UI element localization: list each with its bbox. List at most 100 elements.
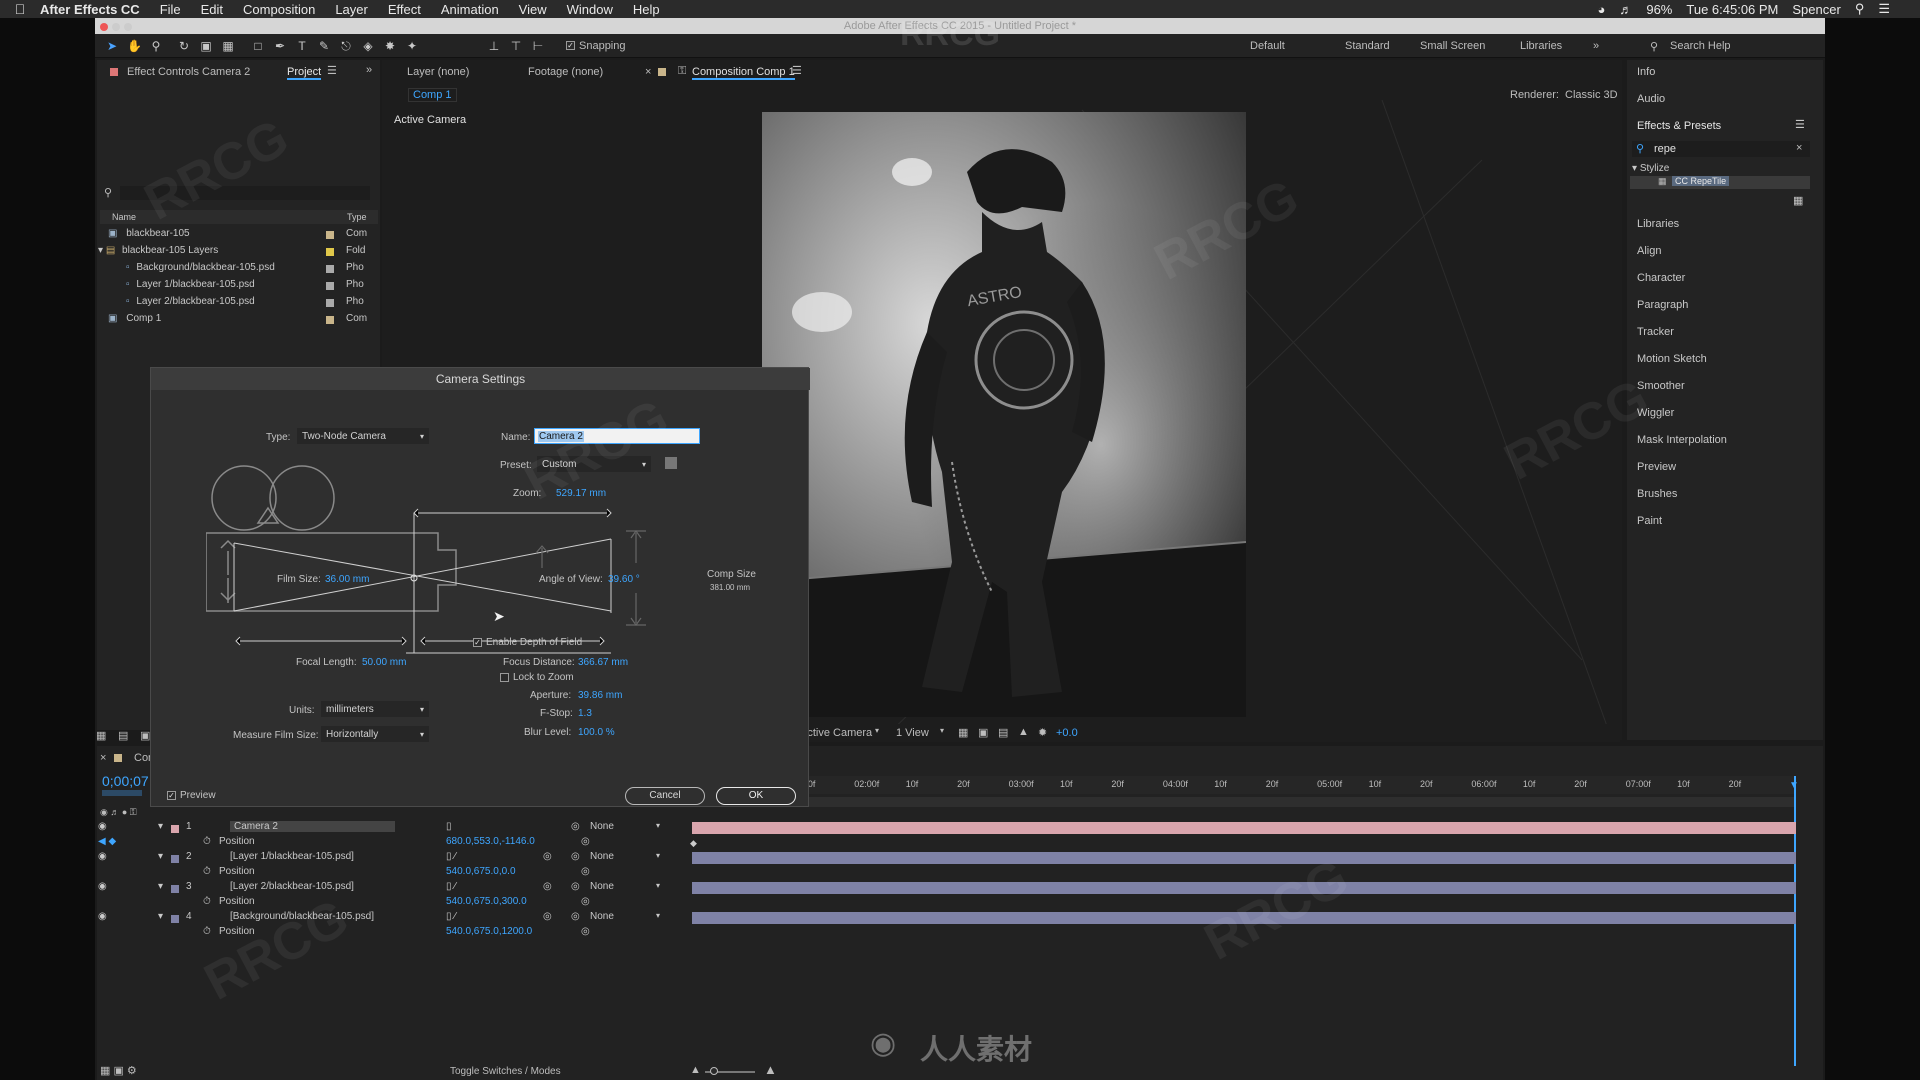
units-select[interactable]: millimeters ▾ bbox=[321, 701, 429, 717]
project-item[interactable]: ▣ Comp 1 Com bbox=[108, 313, 378, 329]
project-item[interactable]: ▫ Layer 2/blackbear-105.psd Pho bbox=[126, 296, 378, 312]
type-tool-icon[interactable]: T bbox=[295, 39, 309, 53]
column-name[interactable]: Name bbox=[112, 212, 136, 228]
project-item[interactable]: ▫ Background/blackbear-105.psd Pho bbox=[126, 262, 378, 278]
focal-length-value[interactable]: 50.00 mm bbox=[362, 657, 406, 668]
preview-checkbox[interactable]: ✓ bbox=[167, 791, 176, 800]
layer-row[interactable]: ◉ ▾ 1 Camera 2 ▯ ◎ None ▾ bbox=[96, 821, 686, 836]
enable-dof-checkbox[interactable]: ✓ bbox=[473, 638, 482, 647]
av-switches-icon[interactable]: ◉ ♬ ● ⚿ bbox=[100, 807, 137, 818]
menu-edit[interactable]: Edit bbox=[201, 2, 223, 17]
rotate-tool-icon[interactable]: ↻ bbox=[177, 39, 191, 53]
panel-smoother[interactable]: Smoother bbox=[1637, 380, 1685, 392]
keyframe-icon[interactable]: ◆ bbox=[690, 838, 697, 849]
property-row[interactable]: ◀ ◆ ⏱ Position 680.0,553.0,-1146.0 ◎ bbox=[96, 836, 686, 851]
camera-icon-name[interactable]: Camera 2 bbox=[230, 821, 395, 832]
comp-menu-icon[interactable]: ☰ bbox=[792, 64, 802, 77]
property-row[interactable]: ⏱ Position 540.0,675.0,300.0 ◎ bbox=[96, 896, 686, 911]
exposure-value[interactable]: +0.0 bbox=[1056, 727, 1078, 739]
effect-list-selected[interactable]: ▦ CC RepeTile bbox=[1630, 176, 1810, 189]
menu-file[interactable]: File bbox=[160, 2, 181, 17]
parent-pickwhip-icon[interactable]: ◎ bbox=[571, 821, 580, 832]
3d-layer-icon[interactable]: ◎ bbox=[543, 851, 552, 862]
toggle-switches-modes[interactable]: Toggle Switches / Modes bbox=[450, 1066, 561, 1077]
menu-layer[interactable]: Layer bbox=[335, 2, 368, 17]
time-ruler[interactable]: 01:00f10f20f02:00f10f20f03:00f10f20f04:0… bbox=[692, 776, 1796, 794]
menu-animation[interactable]: Animation bbox=[441, 2, 499, 17]
parent-pickwhip-icon[interactable]: ◎ bbox=[571, 851, 580, 862]
panel-character[interactable]: Character bbox=[1637, 272, 1685, 284]
menu-composition[interactable]: Composition bbox=[243, 2, 315, 17]
notifications-icon[interactable]: ☰ bbox=[1878, 1, 1890, 17]
playhead-handle-icon[interactable]: ▼ bbox=[1789, 780, 1799, 791]
stopwatch-icon[interactable]: ⏱ bbox=[203, 896, 211, 907]
layer-name[interactable]: [Layer 1/blackbear-105.psd] bbox=[230, 851, 354, 862]
disclosure-icon[interactable]: ▾ bbox=[98, 245, 103, 256]
workspace-standard[interactable]: Standard bbox=[1345, 40, 1390, 52]
tab-layer[interactable]: Layer (none) bbox=[407, 66, 469, 78]
panel-motion-sketch[interactable]: Motion Sketch bbox=[1637, 353, 1707, 365]
eye-icon[interactable]: ◉ bbox=[98, 821, 107, 832]
project-item[interactable]: ▾ ▤ blackbear-105 Layers Fold bbox=[98, 245, 378, 261]
layer-row[interactable]: ◉ ▾ 2 [Layer 1/blackbear-105.psd] ▯ ∕ ◎ … bbox=[96, 851, 686, 866]
expression-icon[interactable]: ◎ bbox=[581, 926, 590, 937]
layer-row[interactable]: ◉ ▾ 4 [Background/blackbear-105.psd] ▯ ∕… bbox=[96, 911, 686, 926]
zoom-in-icon[interactable]: ▲ bbox=[764, 1062, 777, 1077]
selection-tool-icon[interactable]: ➤ bbox=[105, 39, 119, 53]
aperture-value[interactable]: 39.86 mm bbox=[578, 690, 622, 701]
spotlight-icon[interactable]: ⚲ bbox=[1855, 1, 1865, 17]
zoom-slider-handle[interactable] bbox=[710, 1067, 718, 1075]
hand-tool-icon[interactable]: ✋ bbox=[127, 39, 142, 53]
shy-icon[interactable]: ▯ ∕ bbox=[446, 911, 456, 922]
effects-search-input[interactable]: ⚲ repe × bbox=[1632, 141, 1810, 157]
parent-pickwhip-icon[interactable]: ◎ bbox=[571, 881, 580, 892]
panel-libraries[interactable]: Libraries bbox=[1637, 218, 1679, 230]
work-area-bar[interactable] bbox=[692, 797, 1796, 807]
search-help-input[interactable]: Search Help bbox=[1670, 40, 1731, 52]
lock-icon[interactable]: ⚿ bbox=[678, 65, 686, 78]
angle-of-view-value[interactable]: 39.60 ° bbox=[608, 574, 640, 585]
layer-name[interactable]: [Layer 2/blackbear-105.psd] bbox=[230, 881, 354, 892]
3d-layer-icon[interactable]: ◎ bbox=[543, 881, 552, 892]
battery-percent[interactable]: 96% bbox=[1646, 2, 1672, 17]
disclosure-icon[interactable]: ▾ bbox=[158, 881, 163, 892]
panel-paragraph[interactable]: Paragraph bbox=[1637, 299, 1688, 311]
focus-distance-value[interactable]: 366.67 mm bbox=[578, 657, 628, 668]
fstop-value[interactable]: 1.3 bbox=[578, 708, 592, 719]
project-item[interactable]: ▣ blackbear-105 Com bbox=[108, 228, 378, 244]
expression-icon[interactable]: ◎ bbox=[581, 896, 590, 907]
category-stylize[interactable]: ▾ Stylize bbox=[1632, 163, 1669, 174]
world-axis-icon[interactable]: ⊤ bbox=[509, 39, 523, 53]
snapping-checkbox[interactable]: ✓ bbox=[566, 41, 575, 50]
panel-paint[interactable]: Paint bbox=[1637, 515, 1662, 527]
workspace-default[interactable]: Default bbox=[1250, 40, 1285, 52]
window-controls[interactable] bbox=[100, 22, 132, 34]
project-item[interactable]: ▫ Layer 1/blackbear-105.psd Pho bbox=[126, 279, 378, 295]
property-row[interactable]: ⏱ Position 540.0,675.0,0.0 ◎ bbox=[96, 866, 686, 881]
panel-preview[interactable]: Preview bbox=[1637, 461, 1676, 473]
tab-effect-controls[interactable]: Effect Controls Camera 2 bbox=[127, 66, 250, 78]
lock-to-zoom-checkbox[interactable] bbox=[500, 673, 509, 682]
workspace-libraries[interactable]: Libraries bbox=[1520, 40, 1562, 52]
effect-cc-repetile[interactable]: CC RepeTile bbox=[1672, 176, 1730, 186]
panel-effects-presets[interactable]: Effects & Presets bbox=[1637, 120, 1721, 132]
camera-tool-icon[interactable]: ▣ bbox=[199, 39, 213, 53]
disclosure-icon[interactable]: ▾ bbox=[158, 821, 163, 832]
close-icon[interactable]: × bbox=[645, 66, 651, 78]
puppet-pin-icon[interactable]: ✦ bbox=[405, 39, 419, 53]
camera-view-select[interactable]: Active Camera bbox=[800, 727, 872, 739]
shy-icon[interactable]: ▯ ∕ bbox=[446, 851, 456, 862]
panel-align[interactable]: Align bbox=[1637, 245, 1661, 257]
property-row[interactable]: ⏱ Position 540.0,675.0,1200.0 ◎ bbox=[96, 926, 686, 941]
eye-icon[interactable]: ◉ bbox=[98, 881, 107, 892]
timecode[interactable]: 0;00;07 bbox=[102, 773, 149, 789]
tab-project[interactable]: Project bbox=[287, 66, 322, 80]
user-name[interactable]: Spencer bbox=[1792, 2, 1840, 17]
rectangle-tool-icon[interactable]: □ bbox=[251, 39, 265, 53]
eraser-tool-icon[interactable]: ◈ bbox=[361, 39, 375, 53]
panel-info[interactable]: Info bbox=[1637, 66, 1655, 78]
clone-stamp-icon[interactable]: ⎋ bbox=[339, 39, 353, 53]
volume-icon[interactable]: ♬ bbox=[1619, 2, 1632, 17]
effects-menu-icon[interactable]: ☰ bbox=[1795, 118, 1805, 131]
zoom-out-icon[interactable]: ▲ bbox=[690, 1064, 701, 1076]
